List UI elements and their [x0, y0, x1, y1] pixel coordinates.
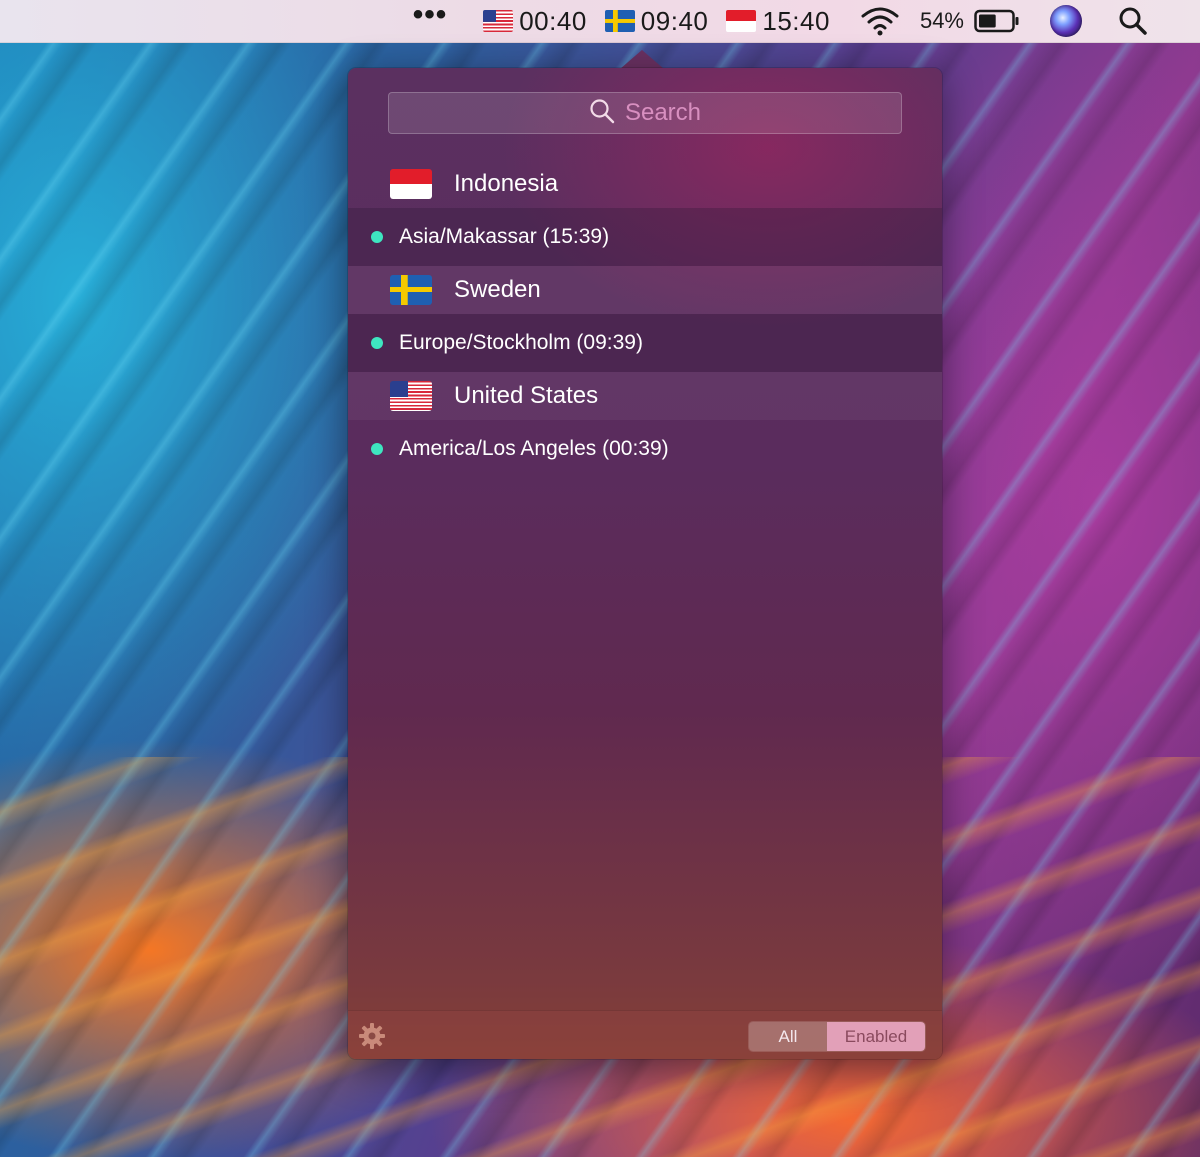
- country-name: Indonesia: [454, 170, 559, 197]
- filter-segmented-control: All Enabled: [748, 1021, 926, 1052]
- menubar-clock-se[interactable]: 09:40: [604, 5, 709, 37]
- clock-time: 15:40: [762, 5, 830, 36]
- enabled-dot-icon: [371, 443, 383, 455]
- popover-footer: All Enabled: [348, 1010, 942, 1059]
- country-name: Sweden: [454, 276, 541, 303]
- more-menu-extras-button[interactable]: •••: [413, 0, 448, 43]
- indonesia-flag-icon: [726, 10, 757, 32]
- battery-level-fill: [979, 14, 996, 28]
- gear-icon[interactable]: [358, 1022, 386, 1055]
- wifi-icon[interactable]: [860, 0, 900, 43]
- enabled-dot-icon: [371, 231, 383, 243]
- indonesia-flag-icon: [390, 169, 432, 199]
- filter-enabled-button[interactable]: Enabled: [827, 1022, 925, 1051]
- search-icon: [589, 98, 615, 129]
- battery-percentage[interactable]: 54%: [920, 8, 964, 34]
- filter-all-button[interactable]: All: [749, 1022, 827, 1051]
- popover-arrow: [620, 50, 664, 69]
- menu-bar: ••• 00:40 09:40 15:40 54%: [0, 0, 1200, 43]
- country-header-sweden: Sweden: [348, 266, 942, 314]
- clock-time: 00:40: [519, 5, 587, 36]
- sweden-flag-icon: [390, 275, 432, 305]
- sweden-flag-icon: [604, 10, 635, 32]
- timezone-list: Indonesia Asia/Makassar (15:39) Sweden E…: [348, 160, 942, 478]
- siri-icon[interactable]: [1050, 5, 1082, 37]
- timezone-label: America/Los Angeles (00:39): [399, 437, 669, 460]
- search-input[interactable]: Search: [388, 92, 902, 134]
- us-flag-icon: [390, 381, 432, 411]
- timezone-item-asia-makassar[interactable]: Asia/Makassar (15:39): [348, 208, 942, 266]
- clock-time: 09:40: [640, 5, 709, 36]
- country-header-indonesia: Indonesia: [348, 160, 942, 208]
- timezone-item-america-los-angeles[interactable]: America/Los Angeles (00:39): [348, 420, 942, 478]
- timezone-item-europe-stockholm[interactable]: Europe/Stockholm (09:39): [348, 314, 942, 372]
- spotlight-search-icon[interactable]: [1118, 0, 1148, 43]
- us-flag-icon: [483, 10, 514, 32]
- menubar-clock-id[interactable]: 15:40: [726, 6, 830, 37]
- country-header-united-states: United States: [348, 372, 942, 420]
- battery-icon[interactable]: [974, 0, 1020, 43]
- enabled-dot-icon: [371, 337, 383, 349]
- menubar-clock-us[interactable]: 00:40: [483, 6, 587, 37]
- timezone-label: Asia/Makassar (15:39): [399, 225, 610, 248]
- search-placeholder: Search: [624, 99, 702, 126]
- timezones-popover: Search Indonesia Asia/Makassar (15:39) S…: [348, 68, 942, 1059]
- country-name: United States: [454, 382, 599, 409]
- timezone-label: Europe/Stockholm (09:39): [399, 331, 643, 354]
